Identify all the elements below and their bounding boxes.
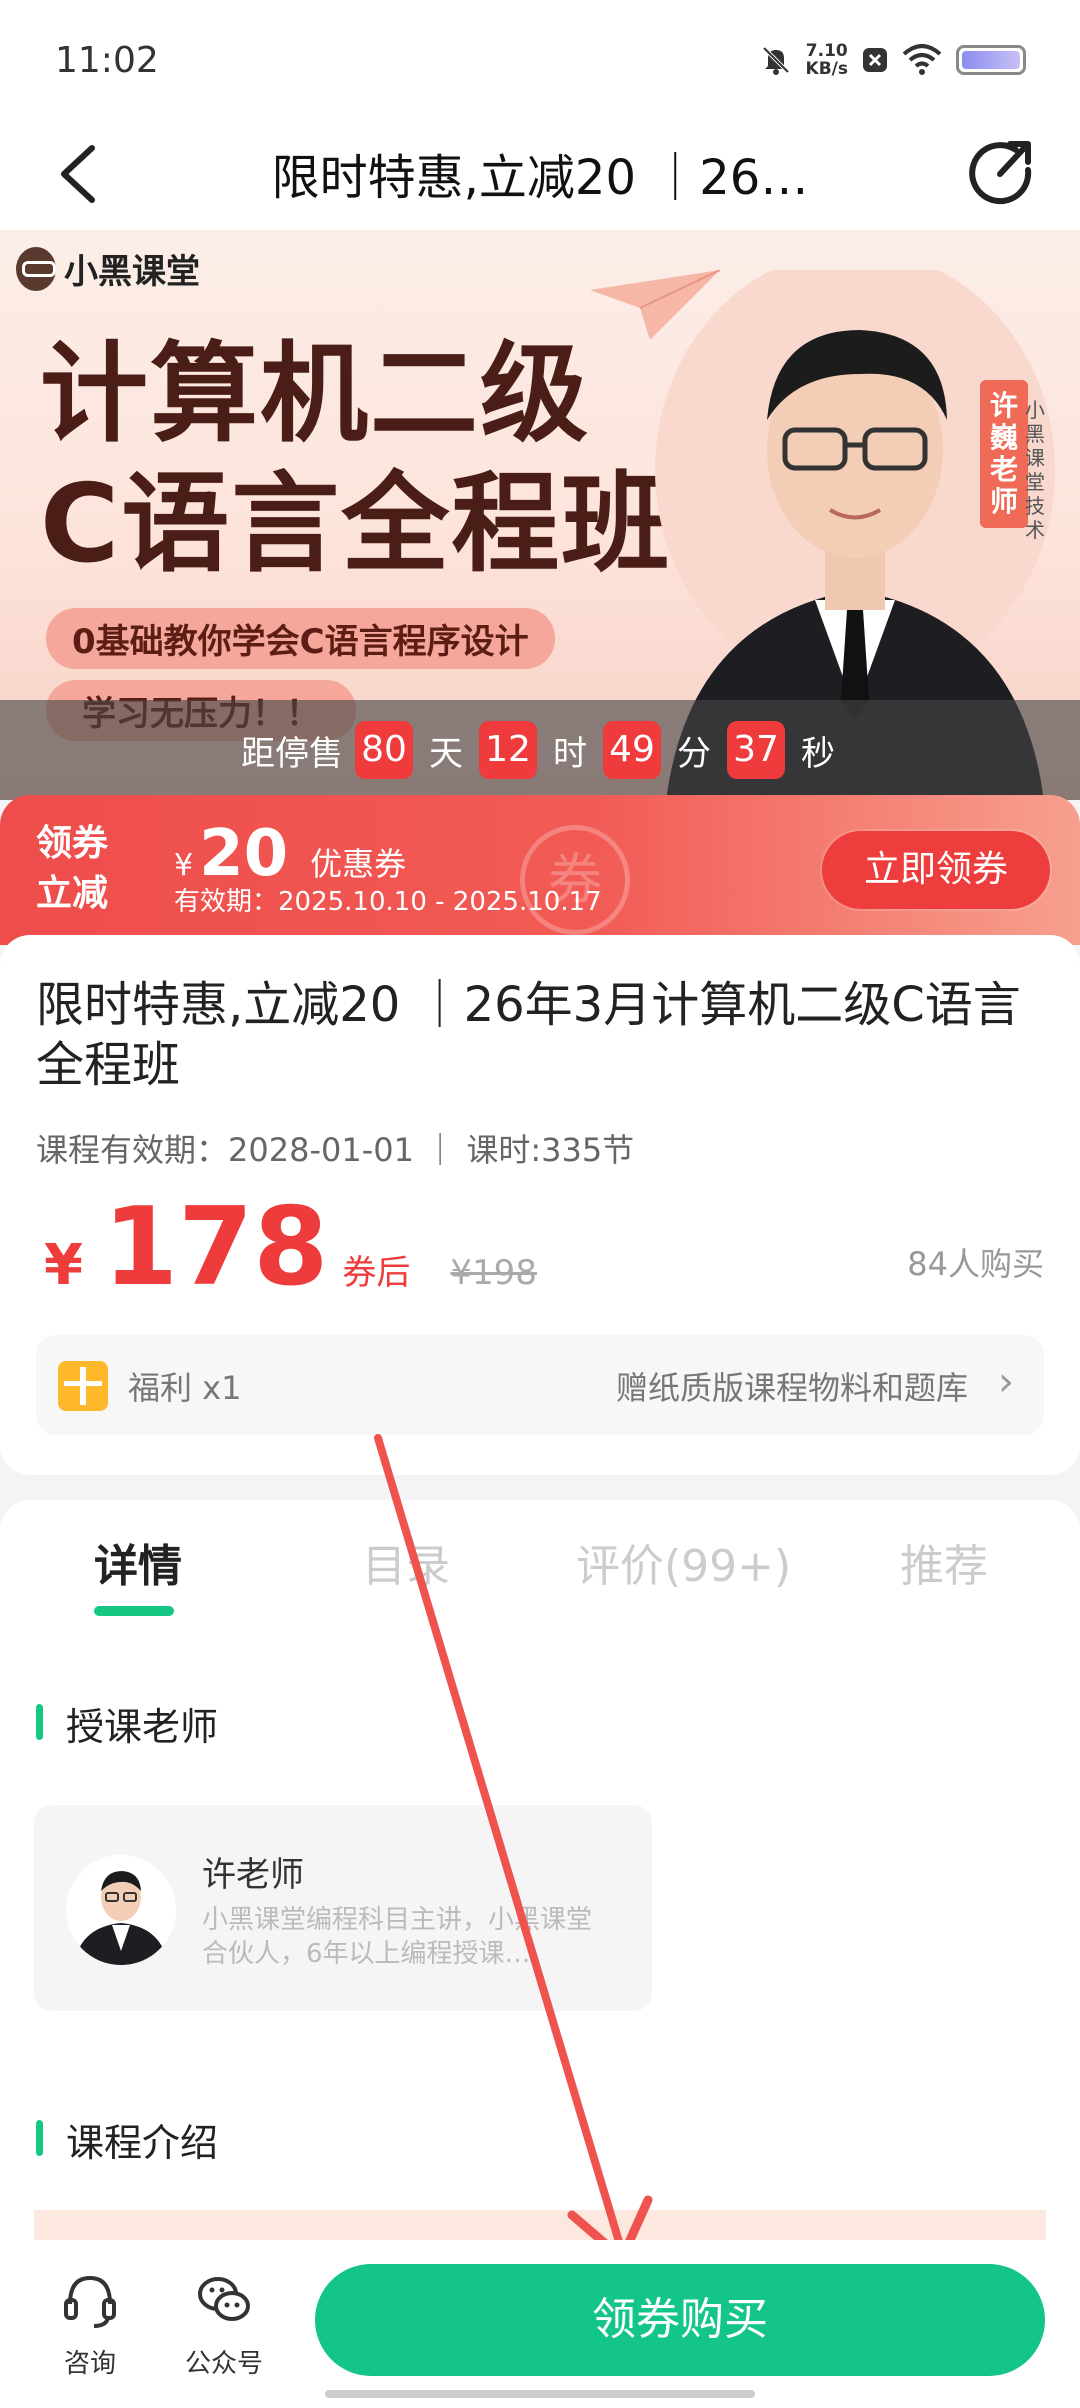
nav-bar: 限时特惠,立减20 ｜26… bbox=[0, 120, 1080, 230]
course-title: 限时特惠,立减20 ｜26年3月计算机二级C语言全程班 bbox=[36, 977, 1021, 1093]
tab-catalog[interactable]: 目录 bbox=[362, 1530, 450, 1594]
countdown-days-unit: 天 bbox=[429, 733, 463, 774]
net-speed: 7.10 KB/s bbox=[806, 42, 848, 78]
page-title: 限时特惠,立减20 ｜26… bbox=[271, 150, 809, 206]
consult-button[interactable]: 咨询 bbox=[40, 2270, 140, 2380]
countdown-seconds-unit: 秒 bbox=[801, 733, 835, 774]
course-info-card: 限时特惠,立减20 ｜26年3月计算机二级C语言全程班 课程有效期：2028-0… bbox=[0, 935, 1080, 1475]
mute-bell-icon bbox=[762, 46, 789, 75]
share-icon[interactable] bbox=[966, 136, 1036, 206]
welfare-label: 福利 x1 bbox=[128, 1369, 242, 1407]
coupon-stamp: 券 bbox=[520, 825, 630, 935]
original-price: ¥198 bbox=[450, 1253, 537, 1293]
price-symbol: ¥ bbox=[44, 1233, 83, 1298]
detail-card: 详情 目录 评价(99+) 推荐 授课老师 许老师 小黑课堂编程科目主讲，小黑课… bbox=[0, 1500, 1080, 2270]
brand-logo: 小黑课堂 bbox=[16, 244, 200, 293]
course-meta: 课程有效期：2028-01-01 ｜ 课时:335节 bbox=[36, 1131, 635, 1169]
buyer-count: 84人购买 bbox=[907, 1245, 1044, 1283]
countdown-hours: 12 bbox=[479, 721, 537, 779]
coupon-label: 优惠券 bbox=[310, 845, 407, 883]
countdown-days: 80 bbox=[355, 721, 413, 779]
tab-details[interactable]: 详情 bbox=[94, 1530, 182, 1594]
gift-icon bbox=[58, 1361, 108, 1411]
price-suffix: 券后 bbox=[342, 1253, 411, 1293]
official-account-label: 公众号 bbox=[184, 2349, 263, 2379]
headset-icon bbox=[64, 2275, 116, 2328]
status-time: 11:02 bbox=[55, 40, 159, 81]
tab-reviews[interactable]: 评价(99+) bbox=[576, 1530, 791, 1594]
welfare-row[interactable]: 福利 x1 赠纸质版课程物料和题库 › bbox=[36, 1335, 1044, 1435]
claim-and-buy-button[interactable]: 领券购买 bbox=[315, 2264, 1045, 2376]
teacher-name: 许老师 bbox=[202, 1855, 304, 1895]
coupon-badge-line2: 立减 bbox=[36, 873, 109, 914]
consult-label: 咨询 bbox=[63, 2349, 116, 2379]
banner-headline-line2: C语言全程班 bbox=[40, 462, 672, 587]
banner-headline: 计算机二级 C语言全程班 bbox=[40, 330, 671, 590]
price-value: 178 bbox=[102, 1185, 329, 1310]
countdown-minutes-unit: 分 bbox=[677, 733, 711, 774]
countdown-minutes: 49 bbox=[603, 721, 661, 779]
price-block: ¥ 178 券后 ¥198 bbox=[44, 1185, 537, 1310]
battery-icon bbox=[956, 45, 1026, 75]
tab-recommend[interactable]: 推荐 bbox=[900, 1530, 988, 1594]
teacher-avatar bbox=[66, 1855, 176, 1965]
banner-pill-feature: 0基础教你学会C语言程序设计 bbox=[46, 608, 555, 669]
official-account-button[interactable]: 公众号 bbox=[174, 2270, 274, 2380]
teacher-name-tag: 许巍老师 bbox=[980, 380, 1028, 528]
home-indicator bbox=[325, 2390, 755, 2398]
coupon-currency: ¥ bbox=[174, 848, 194, 883]
coupon-badge: 领券 立减 bbox=[36, 819, 108, 919]
claim-coupon-button[interactable]: 立即领券 bbox=[822, 831, 1050, 909]
tab-indicator bbox=[94, 1606, 174, 1616]
bottom-bar: 咨询 公众号 领券购买 bbox=[0, 2240, 1080, 2408]
countdown-prefix: 距停售 bbox=[241, 733, 343, 774]
status-bar: 11:02 7.10 KB/s bbox=[0, 0, 1080, 120]
section-title-intro: 课程介绍 bbox=[36, 2112, 218, 2167]
back-arrow-icon[interactable] bbox=[50, 142, 110, 206]
wifi-icon bbox=[902, 44, 942, 75]
teacher-description: 小黑课堂编程科目主讲，小黑课堂合伙人，6年以上编程授课… bbox=[202, 1905, 593, 1969]
notification-x-icon bbox=[863, 48, 887, 72]
banner-headline-line1: 计算机二级 bbox=[40, 332, 591, 457]
sale-countdown: 距停售 80 天 12 时 49 分 37 秒 bbox=[0, 700, 1080, 800]
coupon-badge-line1: 领券 bbox=[36, 823, 109, 864]
net-speed-unit: KB/s bbox=[805, 59, 848, 79]
coupon-bar: 领券 立减 ¥ 20 优惠券 有效期：2025.10.10 - 2025.10.… bbox=[0, 795, 1080, 945]
teacher-vertical-caption: 小黑课堂技术 bbox=[1025, 398, 1045, 542]
countdown-hours-unit: 时 bbox=[553, 733, 587, 774]
brand-mascot-icon bbox=[16, 246, 56, 291]
teacher-card[interactable]: 许老师 小黑课堂编程科目主讲，小黑课堂合伙人，6年以上编程授课… bbox=[34, 1805, 652, 2011]
coupon-amount: ¥ 20 优惠券 bbox=[174, 817, 406, 891]
coupon-value: 20 bbox=[199, 817, 289, 891]
chevron-right-icon: › bbox=[998, 1359, 1014, 1405]
net-speed-value: 7.10 bbox=[805, 41, 848, 61]
welfare-description: 赠纸质版课程物料和题库 bbox=[615, 1369, 968, 1407]
section-title-teacher: 授课老师 bbox=[36, 1696, 218, 1751]
status-icons: 7.10 KB/s bbox=[760, 42, 1026, 78]
wechat-icon bbox=[198, 2277, 250, 2321]
brand-name: 小黑课堂 bbox=[64, 252, 200, 292]
countdown-seconds: 37 bbox=[727, 721, 785, 779]
